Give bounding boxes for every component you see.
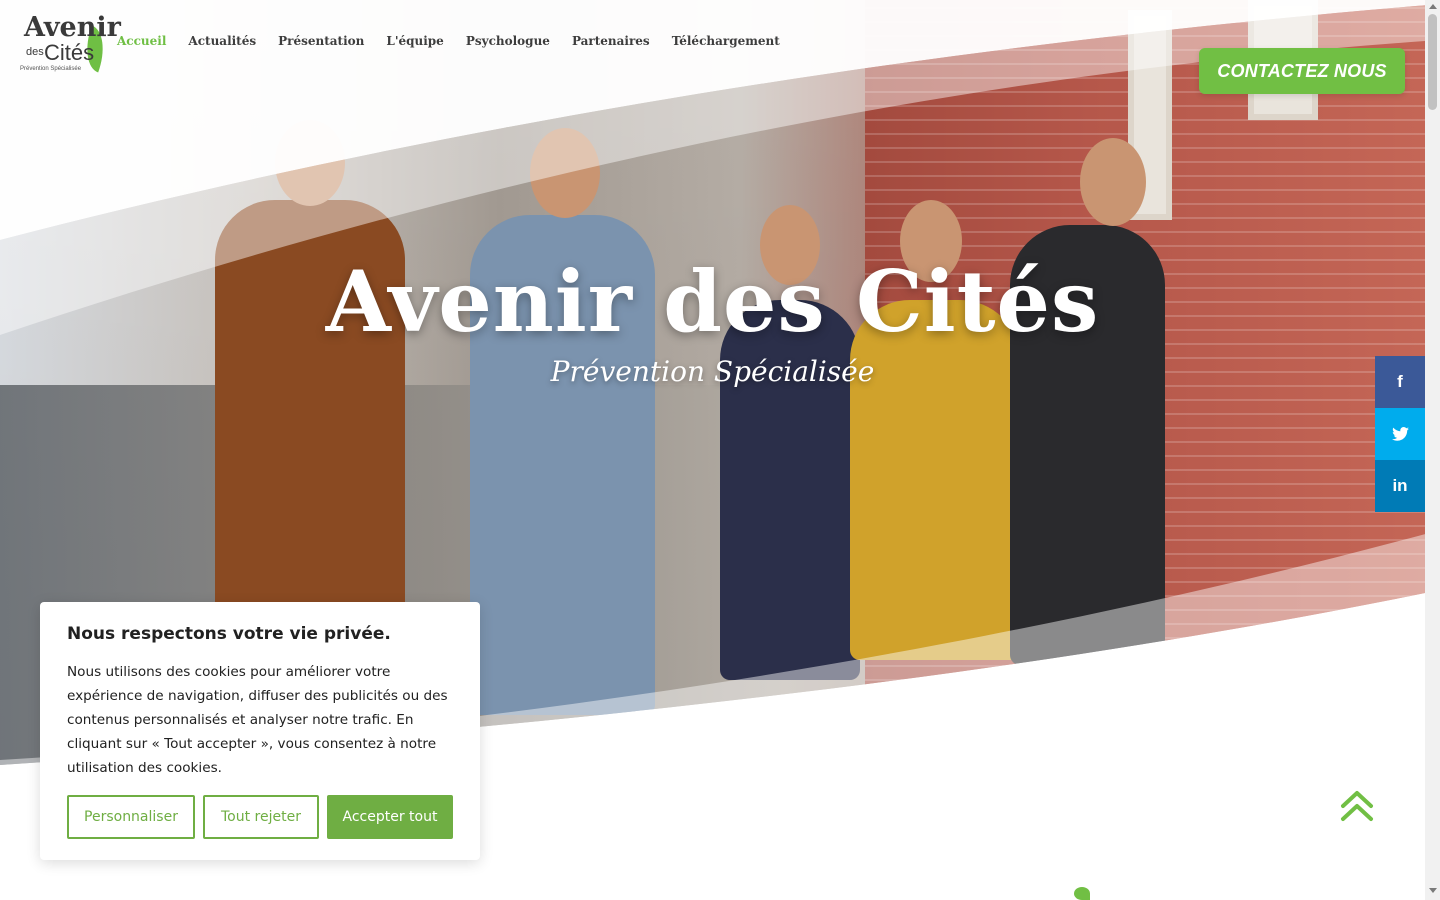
hero-title: Avenir des Cités [325, 252, 1100, 351]
cookie-reject-button[interactable]: Tout rejeter [203, 795, 319, 839]
nav-item-partenaires[interactable]: Partenaires [572, 34, 650, 48]
scroll-down-arrow-icon[interactable] [1429, 888, 1437, 893]
linkedin-share-button[interactable]: in [1375, 460, 1425, 512]
back-to-top-icon[interactable] [1338, 788, 1376, 826]
cookie-accept-button[interactable]: Accepter tout [327, 795, 453, 839]
hero-person-head [275, 120, 345, 206]
main-nav: Accueil Actualités Présentation L'équipe… [117, 34, 780, 48]
nav-item-presentation[interactable]: Présentation [278, 34, 364, 48]
decorative-leaf-icon [1074, 887, 1090, 900]
page-scrollbar[interactable] [1425, 0, 1440, 900]
logo-tagline: Prévention Spécialisée [20, 66, 82, 72]
cookie-description: Nous utilisons des cookies pour améliore… [67, 664, 448, 776]
logo-word-avenir: Avenir [24, 12, 121, 43]
facebook-icon: f [1397, 372, 1403, 391]
cookie-customize-button[interactable]: Personnaliser [67, 795, 195, 839]
nav-item-accueil[interactable]: Accueil [117, 34, 166, 48]
hero-person-head [530, 128, 600, 218]
scroll-up-arrow-icon[interactable] [1429, 4, 1437, 9]
site-logo[interactable]: Avenir des Cités Prévention Spécialisée [18, 10, 121, 76]
social-share-bar: f in [1375, 356, 1425, 512]
nav-item-equipe[interactable]: L'équipe [386, 34, 443, 48]
logo-word-cites: Cités [44, 40, 95, 65]
nav-item-psychologue[interactable]: Psychologue [466, 34, 550, 48]
facebook-share-button[interactable]: f [1375, 356, 1425, 408]
nav-item-telechargement[interactable]: Téléchargement [672, 34, 780, 48]
twitter-icon [1391, 427, 1409, 441]
hero-subtitle: Prévention Spécialisée [550, 355, 875, 388]
twitter-share-button[interactable] [1375, 408, 1425, 460]
logo-word-des: des [26, 46, 44, 58]
hero-person-head [1080, 138, 1146, 226]
cookie-consent-banner: Nous respectons votre vie privée. Nous u… [40, 602, 480, 860]
scrollbar-thumb[interactable] [1428, 14, 1437, 110]
cookie-actions: Personnaliser Tout rejeter Accepter tout [67, 795, 453, 839]
nav-item-actualites[interactable]: Actualités [188, 34, 256, 48]
linkedin-icon: in [1392, 476, 1408, 495]
contact-button[interactable]: CONTACTEZ NOUS [1199, 48, 1405, 94]
cookie-title: Nous respectons votre vie privée. [67, 624, 391, 644]
hero-person [850, 300, 1020, 660]
